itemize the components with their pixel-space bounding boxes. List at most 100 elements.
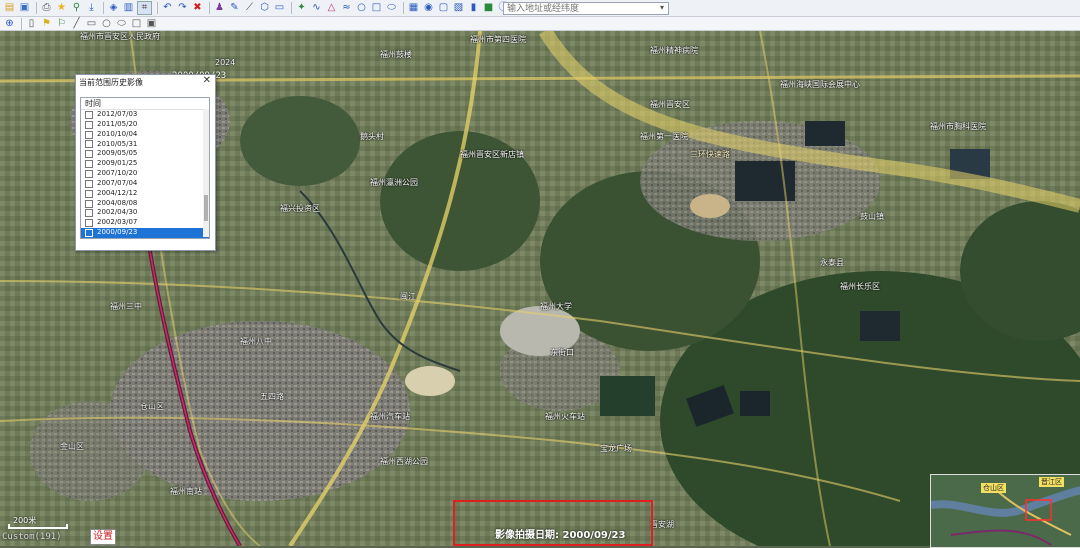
scrollbar-thumb[interactable] <box>204 195 208 221</box>
pin2-icon[interactable]: ⚑ <box>40 18 53 30</box>
column-header: 时间 <box>81 98 209 110</box>
redo-icon[interactable]: ↷ <box>176 2 189 14</box>
checkbox[interactable] <box>85 120 93 129</box>
chat-icon[interactable]: ■ <box>482 2 495 14</box>
rect-icon[interactable]: □ <box>370 2 383 14</box>
map-label: 福州精神病院 <box>650 46 698 55</box>
list-item[interactable]: 2009/01/25 <box>81 159 209 169</box>
map-label: 福州大学 <box>540 302 572 311</box>
circle-icon[interactable]: ○ <box>355 2 368 14</box>
checkbox[interactable] <box>85 110 93 119</box>
layer-icon[interactable]: ◈ <box>107 2 120 14</box>
map-label: 晋安湖 <box>650 520 674 529</box>
map-label: 福州鼓楼 <box>380 50 412 59</box>
triangle-icon[interactable]: △ <box>325 2 338 14</box>
doc-icon[interactable]: ▯ <box>25 18 38 30</box>
map-label: 福州汽车站 <box>370 412 410 421</box>
target-icon[interactable]: ⊕ <box>3 18 16 30</box>
map-label: 宝龙广场 <box>600 444 632 453</box>
checkbox[interactable] <box>85 160 93 169</box>
map-label: 福州火车站 <box>545 412 585 421</box>
path-icon[interactable]: ≈ <box>340 2 353 14</box>
map-label: 福州晋安区新店镇 <box>460 150 524 159</box>
map-label: 福州市胸科医院 <box>930 122 986 131</box>
image-icon[interactable]: ▣ <box>145 18 158 30</box>
rect2-icon[interactable]: ▭ <box>85 18 98 30</box>
print-icon[interactable]: ⎙ <box>40 2 53 14</box>
favorite-icon[interactable]: ★ <box>55 2 68 14</box>
toolbar-separator <box>21 17 22 30</box>
list-item[interactable]: 2009/05/05 <box>81 149 209 159</box>
map-label: 福州长乐区 <box>840 282 880 291</box>
line-icon[interactable]: ∿ <box>310 2 323 14</box>
toolbar-separator <box>36 2 37 14</box>
stats-icon[interactable]: ▮ <box>467 2 480 14</box>
list-item[interactable]: 2012/07/03 <box>81 110 209 120</box>
list-item[interactable]: 2007/07/04 <box>81 179 209 189</box>
map-label: 闽江 <box>400 292 416 301</box>
checkbox[interactable] <box>85 169 93 178</box>
list-item[interactable]: 2002/03/07 <box>81 218 209 228</box>
overview-minimap[interactable]: 仓山区 晋江区 <box>930 474 1080 548</box>
list-item[interactable]: 2007/10/20 <box>81 169 209 179</box>
checkbox[interactable] <box>85 179 93 188</box>
checkbox[interactable] <box>85 219 93 228</box>
delete-icon[interactable]: ✖ <box>191 2 204 14</box>
scrollbar[interactable] <box>203 109 209 237</box>
checkbox-checked[interactable] <box>85 229 93 238</box>
list-item[interactable]: 2004/08/08 <box>81 199 209 209</box>
grid-icon[interactable]: ▦ <box>407 2 420 14</box>
camera-icon[interactable]: ▭ <box>273 2 286 14</box>
export-icon[interactable]: ▧ <box>452 2 465 14</box>
secondary-toolbar: ⊕ ▯ ⚑ ⚐ ╱ ▭ ○ ⬭ □ ▣ <box>0 17 1080 31</box>
square-icon[interactable]: □ <box>130 18 143 30</box>
list-item[interactable]: 2004/12/12 <box>81 189 209 199</box>
chevron-down-icon[interactable]: ▾ <box>660 3 664 12</box>
history-image-icon[interactable]: ▥ <box>122 2 135 14</box>
checkbox[interactable] <box>85 189 93 198</box>
line2-icon[interactable]: ╱ <box>70 18 83 30</box>
person-icon[interactable]: ♟ <box>213 2 226 14</box>
list-item[interactable]: 2010/05/31 <box>81 140 209 150</box>
date-label: 2004/12/12 <box>97 188 138 197</box>
checkbox[interactable] <box>85 140 93 149</box>
checkbox[interactable] <box>85 199 93 208</box>
settings-button[interactable]: 设置 <box>90 529 116 545</box>
select-icon[interactable]: ⌗ <box>137 1 152 15</box>
checkbox[interactable] <box>85 209 93 218</box>
checkbox[interactable] <box>85 130 93 139</box>
pin-icon[interactable]: ⚲ <box>70 2 83 14</box>
open-icon[interactable]: ▤ <box>3 2 16 14</box>
map-label: 福州晋安区 <box>650 100 690 109</box>
download-icon[interactable]: ⤓ <box>85 2 98 14</box>
save-icon[interactable]: ▣ <box>18 2 31 14</box>
toolbar-separator <box>209 2 210 14</box>
close-icon[interactable]: ✕ <box>203 75 211 86</box>
map-label: 东街口 <box>550 348 574 357</box>
toolbar-separator <box>403 2 404 14</box>
minimap-label: 晋江区 <box>1039 477 1064 487</box>
import-icon[interactable]: ▢ <box>437 2 450 14</box>
date-label: 2009/05/05 <box>97 149 138 158</box>
flag-icon[interactable]: ⚐ <box>55 18 68 30</box>
search-map-icon[interactable]: ◉ <box>422 2 435 14</box>
map-label: 福州海峡国际会展中心 <box>780 80 860 89</box>
list-item[interactable]: 2011/05/20 <box>81 120 209 130</box>
ellipse-icon[interactable]: ⬭ <box>385 2 398 14</box>
edit-icon[interactable]: ✎ <box>228 2 241 14</box>
list-item[interactable]: 2002/04/30 <box>81 208 209 218</box>
ellipse2-icon[interactable]: ⬭ <box>115 18 128 30</box>
date-label: 2010/05/31 <box>97 139 138 148</box>
checkbox[interactable] <box>85 150 93 159</box>
map-label: 三环快速路 <box>690 150 730 159</box>
list-item-selected[interactable]: 2000/09/23 <box>81 228 209 238</box>
circle2-icon[interactable]: ○ <box>100 18 113 30</box>
list-item[interactable]: 2010/10/04 <box>81 130 209 140</box>
date-label: 2000/09/23 <box>97 228 138 237</box>
map-label: 五四路 <box>260 392 284 401</box>
search-input[interactable] <box>503 2 669 15</box>
marker-icon[interactable]: ✦ <box>295 2 308 14</box>
undo-icon[interactable]: ↶ <box>161 2 174 14</box>
ruler-icon[interactable]: ⟋ <box>243 2 256 14</box>
polygon-icon[interactable]: ⬡ <box>258 2 271 14</box>
